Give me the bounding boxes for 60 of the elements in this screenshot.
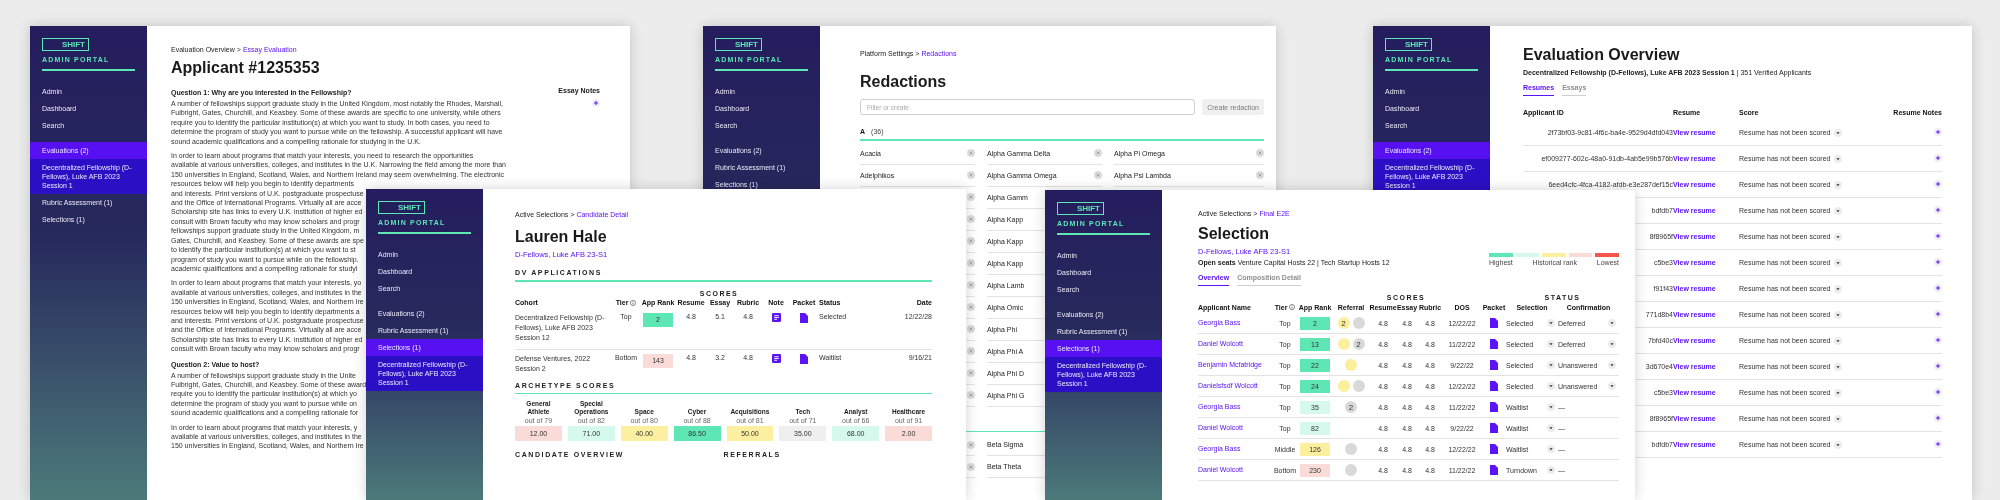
dropdown-caret-icon[interactable]	[1834, 258, 1843, 267]
add-icon[interactable]	[592, 99, 600, 107]
dropdown-caret-icon[interactable]	[1834, 362, 1843, 371]
dropdown-caret-icon[interactable]	[1834, 440, 1843, 449]
info-icon	[1289, 304, 1296, 310]
referral-count: 2	[1352, 338, 1365, 350]
page-title: Selection	[1198, 225, 1270, 243]
add-icon[interactable]	[1934, 128, 1942, 136]
logo: SHIFT	[378, 201, 425, 214]
add-icon[interactable]	[1934, 258, 1942, 266]
referral-count: 2	[1337, 317, 1350, 329]
dropdown-caret-icon[interactable]	[1608, 319, 1616, 327]
dropdown-caret-icon[interactable]	[1834, 232, 1843, 241]
dropdown-caret-icon[interactable]	[1608, 340, 1616, 348]
dropdown-caret-icon[interactable]	[1547, 361, 1555, 369]
add-icon[interactable]	[1934, 206, 1942, 214]
dropdown-caret-icon[interactable]	[1547, 424, 1555, 432]
add-icon[interactable]	[1934, 310, 1942, 318]
dropdown-caret-icon[interactable]	[1834, 414, 1843, 423]
logo: SHIFT	[1385, 38, 1432, 51]
add-icon[interactable]	[1934, 362, 1942, 370]
dropdown-caret-icon[interactable]	[1834, 336, 1843, 345]
note-icon[interactable]	[771, 312, 781, 322]
referral-count: 2	[1345, 401, 1357, 413]
dropdown-caret-icon[interactable]	[1834, 180, 1843, 189]
clear-icon[interactable]	[967, 462, 975, 471]
dropdown-caret-icon[interactable]	[1547, 445, 1555, 453]
add-icon[interactable]	[1934, 440, 1942, 448]
dropdown-caret-icon[interactable]	[1834, 310, 1843, 319]
dropdown-caret-icon[interactable]	[1547, 382, 1555, 390]
dropdown-caret-icon[interactable]	[1834, 206, 1843, 215]
dropdown-caret-icon[interactable]	[1547, 466, 1555, 474]
add-icon[interactable]	[1934, 388, 1942, 396]
logo: SHIFT	[42, 38, 89, 51]
add-icon[interactable]	[1934, 154, 1942, 162]
dropdown-caret-icon[interactable]	[1834, 154, 1843, 163]
add-icon[interactable]	[1934, 336, 1942, 344]
clear-icon[interactable]	[967, 440, 975, 449]
add-icon[interactable]	[1934, 180, 1942, 188]
file-icon[interactable]	[800, 353, 808, 364]
add-icon[interactable]	[1934, 284, 1942, 292]
dropdown-caret-icon[interactable]	[1608, 361, 1616, 369]
dropdown-caret-icon[interactable]	[1834, 388, 1843, 397]
info-icon	[630, 299, 637, 306]
note-icon[interactable]	[771, 353, 781, 363]
add-icon[interactable]	[1934, 232, 1942, 240]
page-title: Applicant #1235353	[171, 59, 320, 77]
page-title: Redactions	[860, 73, 947, 91]
dropdown-caret-icon[interactable]	[1834, 284, 1843, 293]
dropdown-caret-icon[interactable]	[1547, 340, 1555, 348]
file-icon[interactable]	[800, 312, 808, 323]
page-title: Evaluation Overview	[1523, 46, 1680, 64]
dropdown-caret-icon[interactable]	[1834, 128, 1843, 137]
add-icon[interactable]	[1934, 414, 1942, 422]
dropdown-caret-icon[interactable]	[1547, 319, 1555, 327]
page-title: Lauren Hale	[515, 228, 607, 246]
dropdown-caret-icon[interactable]	[1547, 403, 1555, 411]
dropdown-caret-icon[interactable]	[1608, 382, 1616, 390]
logo: SHIFT	[715, 38, 762, 51]
logo: SHIFT	[1057, 202, 1104, 215]
